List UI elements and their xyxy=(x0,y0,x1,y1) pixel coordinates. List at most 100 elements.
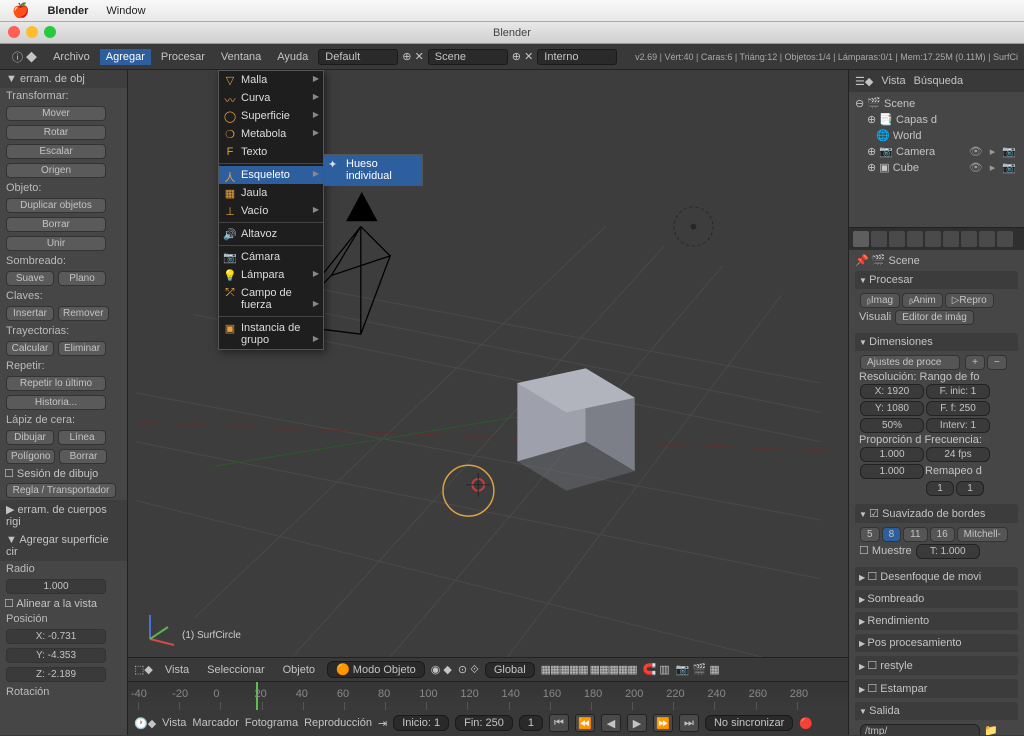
aspect-x-field[interactable]: 1.000 xyxy=(860,447,924,462)
smooth-button[interactable]: Suave xyxy=(6,271,54,286)
flat-button[interactable]: Plano xyxy=(58,271,106,286)
start-frame-field[interactable]: Inicio: 1 xyxy=(393,715,449,731)
orientation-selector[interactable]: Global xyxy=(485,662,535,678)
res-x-field[interactable]: X: 1920 xyxy=(860,384,924,399)
line-button[interactable]: Línea xyxy=(58,430,106,445)
tl-menu-fotograma[interactable]: Fotograma xyxy=(245,717,298,729)
repeat-last-button[interactable]: Repetir lo último xyxy=(6,376,106,391)
remap-old-field[interactable]: 1 xyxy=(926,481,954,496)
fps-field[interactable]: 24 fps xyxy=(926,447,990,462)
add-menu-curva[interactable]: 〰Curva▶ xyxy=(219,89,323,107)
translate-button[interactable]: Mover xyxy=(6,106,106,121)
frame-start-field[interactable]: F. inic: 1 xyxy=(926,384,990,399)
sync-mode-field[interactable]: No sincronizar xyxy=(705,715,793,731)
aa-5[interactable]: 5 xyxy=(860,527,880,542)
render-buttons[interactable]: 📷 🎬 ▦ xyxy=(676,663,720,676)
aspect-y-field[interactable]: 1.000 xyxy=(860,464,924,479)
frame-end-field[interactable]: F. f: 250 xyxy=(926,401,990,416)
res-pct-field[interactable]: 50% xyxy=(860,418,924,433)
add-menu-lámpara[interactable]: 💡Lámpara▶ xyxy=(219,266,323,284)
editor-type-icon[interactable]: ⬚◆ xyxy=(134,663,153,676)
ruler-button[interactable]: Regla / Transportador xyxy=(6,483,116,498)
draw-button[interactable]: Dibujar xyxy=(6,430,54,445)
tab-data[interactable] xyxy=(979,231,995,247)
menu-ventana[interactable]: Ventana xyxy=(215,49,267,65)
render-engine-field[interactable]: Interno xyxy=(537,49,617,65)
render-preset-field[interactable]: Ajustes de proce xyxy=(860,355,960,370)
current-frame-field[interactable]: 1 xyxy=(519,715,543,731)
poly-button[interactable]: Polígono xyxy=(6,449,55,464)
erase-button[interactable]: Borrar xyxy=(59,449,107,464)
calc-path-button[interactable]: Calcular xyxy=(6,341,54,356)
remap-new-field[interactable]: 1 xyxy=(956,481,984,496)
aa-16[interactable]: 16 xyxy=(930,527,955,542)
tab-renderlayers[interactable] xyxy=(871,231,887,247)
outliner-world[interactable]: 🌐 World xyxy=(855,128,1018,144)
add-menu-campo-de-fuerza[interactable]: ⤱Campo de fuerza▶ xyxy=(219,284,323,314)
panel-antialias[interactable]: ☑ Suavizado de bordes xyxy=(855,504,1018,523)
tl-menu-marcador[interactable]: Marcador xyxy=(192,717,238,729)
outliner-renderlayers[interactable]: ⊕ 📑 Capas d xyxy=(855,112,1018,128)
snap-icon[interactable]: 🧲 ▥ xyxy=(643,663,670,676)
align-view[interactable]: Alinear a la vista xyxy=(16,598,97,610)
draw-session[interactable]: Sesión de dibujo xyxy=(17,468,98,480)
panel-motion-blur[interactable]: ☐ Desenfoque de movi xyxy=(855,567,1018,586)
minimize-icon[interactable] xyxy=(26,26,38,38)
add-menu-vacío[interactable]: ⊥Vacío▶ xyxy=(219,202,323,220)
display-mode-field[interactable]: Editor de imág xyxy=(895,310,973,325)
apple-icon[interactable]: 🍎 xyxy=(12,2,29,19)
jump-end-icon[interactable]: ⏭ xyxy=(679,714,699,732)
add-menu-esqueleto[interactable]: 人Esqueleto▶ xyxy=(219,166,323,184)
join-button[interactable]: Unir xyxy=(6,236,106,251)
outliner-scene[interactable]: ⊖ 🎬 Scene xyxy=(855,96,1018,112)
aa-filter-field[interactable]: Mitchell- xyxy=(957,527,1008,542)
menu-agregar[interactable]: Agregar xyxy=(100,49,151,65)
tab-object[interactable] xyxy=(925,231,941,247)
rotate-button[interactable]: Rotar xyxy=(6,125,106,140)
vp-menu-seleccionar[interactable]: Seleccionar xyxy=(201,663,270,677)
scene-field[interactable]: Scene xyxy=(428,49,508,65)
play-icon[interactable]: ▶ xyxy=(627,714,647,732)
outliner-busqueda[interactable]: Búsqueda xyxy=(914,75,964,87)
maximize-icon[interactable] xyxy=(44,26,56,38)
panel-dimensions[interactable]: Dimensiones xyxy=(855,333,1018,351)
output-path-field[interactable]: /tmp/ xyxy=(860,724,980,735)
render-play-button[interactable]: ▷Repro xyxy=(945,293,994,308)
blender-icon[interactable]: ⓘ ◆ xyxy=(6,47,43,67)
aa-11[interactable]: 11 xyxy=(903,527,927,542)
add-menu-cámara[interactable]: 📷Cámara xyxy=(219,248,323,266)
origin-button[interactable]: Origen xyxy=(6,163,106,178)
add-menu-instancia-de-grupo[interactable]: ▣Instancia de grupo▶ xyxy=(219,319,323,349)
vp-menu-objeto[interactable]: Objeto xyxy=(277,663,321,677)
shading-icon[interactable]: ◉ ◆ xyxy=(431,663,452,676)
panel-output[interactable]: Salida xyxy=(855,702,1018,720)
render-anim-button[interactable]: ᵦAnim xyxy=(902,293,943,308)
radius-field[interactable]: 1.000 xyxy=(6,579,106,594)
menu-ayuda[interactable]: Ayuda xyxy=(271,49,314,65)
loc-y-field[interactable]: Y: -4.353 xyxy=(6,648,106,663)
preset-add-icon[interactable]: + xyxy=(965,355,985,370)
scene-controls[interactable]: ⊕ ✕ xyxy=(512,50,534,63)
insert-key-button[interactable]: Insertar xyxy=(6,306,54,321)
render-image-button[interactable]: ᵦImag xyxy=(860,293,900,308)
add-menu-altavoz[interactable]: 🔊Altavoz xyxy=(219,225,323,243)
vp-menu-vista[interactable]: Vista xyxy=(159,663,195,677)
tl-menu-reproduccion[interactable]: Reproducción xyxy=(304,717,372,729)
layout-controls[interactable]: ⊕ ✕ xyxy=(402,50,424,63)
add-menu-metabola[interactable]: ❍Metabola▶ xyxy=(219,125,323,143)
outliner-camera[interactable]: ⊕ 📷 Camera👁 ▸ 📷 xyxy=(855,144,1018,160)
play-reverse-icon[interactable]: ◀ xyxy=(601,714,621,732)
tab-constraints[interactable] xyxy=(943,231,959,247)
scale-button[interactable]: Escalar xyxy=(6,144,106,159)
aa-size-field[interactable]: T: 1.000 xyxy=(916,544,980,559)
tab-modifiers[interactable] xyxy=(961,231,977,247)
single-bone-item[interactable]: ✦Hueso individual xyxy=(324,155,422,185)
menu-procesar[interactable]: Procesar xyxy=(155,49,211,65)
fullsample-check[interactable]: Muestre xyxy=(872,545,912,557)
panel-shading[interactable]: Sombreado xyxy=(855,590,1018,608)
panel-stamp[interactable]: ☐ Estampar xyxy=(855,679,1018,698)
outliner-vista[interactable]: Vista xyxy=(881,75,905,87)
add-menu-superficie[interactable]: ◯Superficie▶ xyxy=(219,107,323,125)
outliner-icon[interactable]: ☰◆ xyxy=(855,75,873,88)
end-frame-field[interactable]: Fin: 250 xyxy=(455,715,513,731)
